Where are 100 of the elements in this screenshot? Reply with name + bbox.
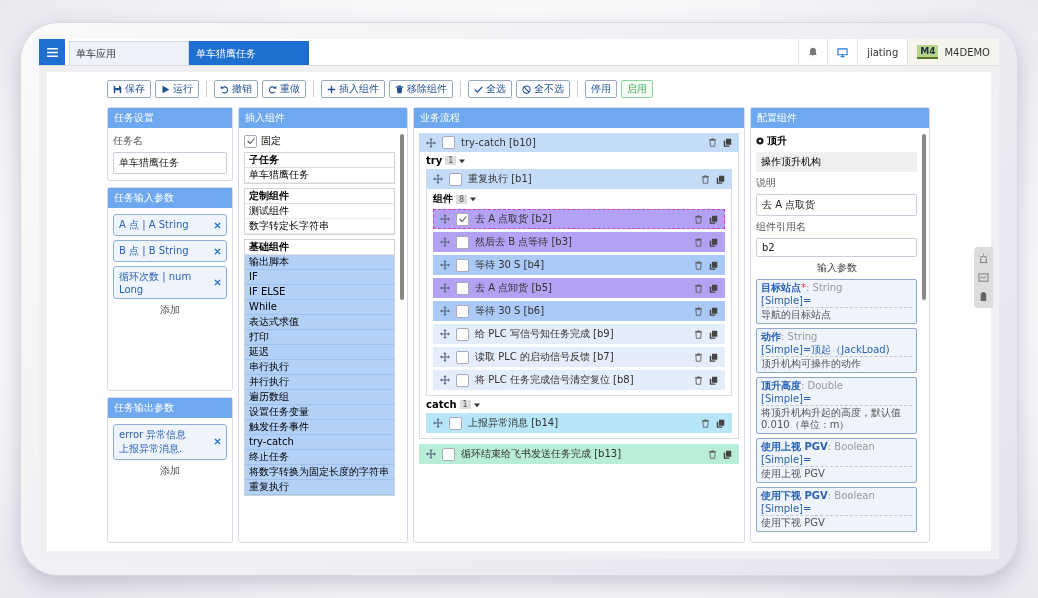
- delete-icon[interactable]: [701, 174, 710, 184]
- close-icon[interactable]: [214, 279, 221, 286]
- component-item[interactable]: 数字转定长字符串: [245, 219, 394, 234]
- block-header[interactable]: 去 A 点卸货 [b5]: [433, 278, 725, 298]
- toolbar-button[interactable]: 全不选: [516, 80, 570, 98]
- move-icon[interactable]: [440, 260, 450, 270]
- block-checkbox[interactable]: [456, 304, 469, 318]
- param-value[interactable]: [Simple]=: [761, 503, 912, 516]
- copy-icon[interactable]: [716, 418, 725, 428]
- move-icon[interactable]: [433, 174, 443, 184]
- param-value[interactable]: [Simple]=顶起（JackLoad): [761, 344, 912, 357]
- delete-icon[interactable]: [694, 306, 703, 316]
- block-checkbox[interactable]: [456, 350, 469, 364]
- delete-icon[interactable]: [694, 352, 703, 362]
- component-item[interactable]: 并行执行: [245, 375, 394, 390]
- tab[interactable]: 单车猎鹰任务: [189, 41, 309, 65]
- copy-icon[interactable]: [723, 138, 732, 147]
- delete-icon[interactable]: [708, 138, 717, 147]
- user-name[interactable]: jiating: [867, 46, 899, 58]
- param-card[interactable]: 顶升高度: Double [Simple]= 将顶升机构升起的高度，默认值 0.010（单位：m）: [756, 377, 917, 434]
- delete-icon[interactable]: [694, 260, 703, 270]
- component-item[interactable]: While: [245, 300, 394, 315]
- component-item[interactable]: 延迟: [245, 345, 394, 360]
- component-item[interactable]: 设置任务变量: [245, 405, 394, 420]
- delete-icon[interactable]: [701, 418, 710, 428]
- copy-icon[interactable]: [709, 260, 718, 270]
- bell-icon[interactable]: [808, 47, 819, 57]
- block-checkbox[interactable]: [456, 235, 469, 249]
- param-card[interactable]: 使用下视 PGV: Boolean [Simple]= 使用下视 PGV: [756, 487, 917, 532]
- block-header[interactable]: 上报异常消息 [b14]: [426, 413, 732, 433]
- input-field[interactable]: 去 A 点取货: [756, 194, 917, 216]
- block-checkbox[interactable]: [456, 281, 469, 295]
- toolbar-button[interactable]: 保存: [107, 80, 151, 98]
- component-item[interactable]: IF ELSE: [245, 285, 394, 300]
- block-header[interactable]: 将 PLC 任务完成信号清空复位 [b8]: [433, 370, 725, 390]
- org-name[interactable]: M4DEMO: [944, 46, 990, 58]
- block-header[interactable]: 循环结束给飞书发送任务完成 [b13]: [419, 444, 739, 464]
- copy-icon[interactable]: [716, 174, 725, 184]
- battery-icon[interactable]: [978, 291, 989, 302]
- toolbar-button[interactable]: 重做: [262, 80, 306, 98]
- copy-icon[interactable]: [709, 329, 718, 339]
- component-item[interactable]: 串行执行: [245, 360, 394, 375]
- param-card[interactable]: 动作: String [Simple]=顶起（JackLoad) 顶升机构可操作的动作: [756, 328, 917, 373]
- scrollbar[interactable]: [400, 134, 404, 300]
- move-icon[interactable]: [440, 237, 450, 247]
- block-checkbox[interactable]: [442, 136, 455, 149]
- param-item[interactable]: B 点 | B String: [113, 240, 227, 262]
- close-icon[interactable]: [214, 221, 221, 229]
- move-icon[interactable]: [440, 352, 450, 362]
- block-header[interactable]: 读取 PLC 的启动信号反馈 [b7]: [433, 347, 725, 367]
- param-item[interactable]: error 异常信息 上报异常消息.: [113, 423, 227, 460]
- add-link[interactable]: 添加: [160, 303, 180, 317]
- caret-icon[interactable]: [459, 157, 466, 164]
- component-item[interactable]: IF: [245, 270, 394, 285]
- param-item[interactable]: 循环次数 | num Long: [113, 266, 227, 299]
- delete-icon[interactable]: [694, 214, 703, 224]
- move-icon[interactable]: [440, 283, 450, 293]
- delete-icon[interactable]: [708, 449, 717, 459]
- component-item[interactable]: try-catch: [245, 435, 394, 450]
- close-icon[interactable]: [214, 438, 221, 446]
- component-item[interactable]: 终止任务: [245, 450, 394, 465]
- caret-icon[interactable]: [470, 196, 477, 202]
- param-value[interactable]: [Simple]=: [761, 295, 912, 308]
- component-item[interactable]: 输出脚本: [245, 255, 394, 270]
- block-checkbox[interactable]: [456, 327, 469, 341]
- pin-checkbox[interactable]: [244, 134, 257, 148]
- block-header[interactable]: 给 PLC 写信号知任务完成 [b9]: [433, 324, 725, 344]
- block-header[interactable]: 然后去 B 点等待 [b3]: [433, 232, 725, 252]
- block-header[interactable]: 等待 30 S [b4]: [433, 255, 725, 275]
- move-icon[interactable]: [440, 375, 450, 385]
- param-card[interactable]: 目标站点*: String [Simple]= 导航的目标站点: [756, 279, 917, 324]
- component-item[interactable]: 测试组件: [245, 204, 394, 219]
- move-icon[interactable]: [433, 418, 443, 428]
- copy-icon[interactable]: [709, 375, 718, 385]
- block-checkbox[interactable]: [456, 258, 469, 272]
- copy-icon[interactable]: [723, 449, 732, 459]
- param-value[interactable]: [Simple]=: [761, 454, 912, 467]
- toolbar-button[interactable]: 插入组件: [321, 80, 385, 98]
- add-link[interactable]: 添加: [160, 463, 180, 478]
- move-icon[interactable]: [426, 449, 436, 459]
- copy-icon[interactable]: [709, 237, 718, 247]
- component-item[interactable]: 打印: [245, 330, 394, 345]
- toolbar-button[interactable]: 移除组件: [389, 80, 453, 98]
- copy-icon[interactable]: [709, 283, 718, 293]
- toolbar-button[interactable]: 全选: [468, 80, 512, 98]
- block-header[interactable]: 去 A 点取货 [b2]: [433, 209, 725, 229]
- input-field[interactable]: b2: [756, 238, 917, 257]
- scrollbar[interactable]: [922, 134, 926, 300]
- delete-icon[interactable]: [694, 329, 703, 339]
- toolbar-button[interactable]: 运行: [155, 80, 199, 98]
- delete-icon[interactable]: [694, 283, 703, 293]
- component-item[interactable]: 表达式求值: [245, 315, 394, 330]
- copy-icon[interactable]: [709, 352, 718, 362]
- block-checkbox[interactable]: [456, 212, 469, 226]
- component-item[interactable]: 单车猎鹰任务: [245, 168, 394, 183]
- tab[interactable]: 单车应用: [69, 41, 189, 65]
- component-item[interactable]: 触发任务事件: [245, 420, 394, 435]
- monitor-icon[interactable]: [837, 46, 849, 58]
- block-checkbox[interactable]: [456, 373, 469, 387]
- input-field[interactable]: 单车猎鹰任务: [113, 152, 227, 174]
